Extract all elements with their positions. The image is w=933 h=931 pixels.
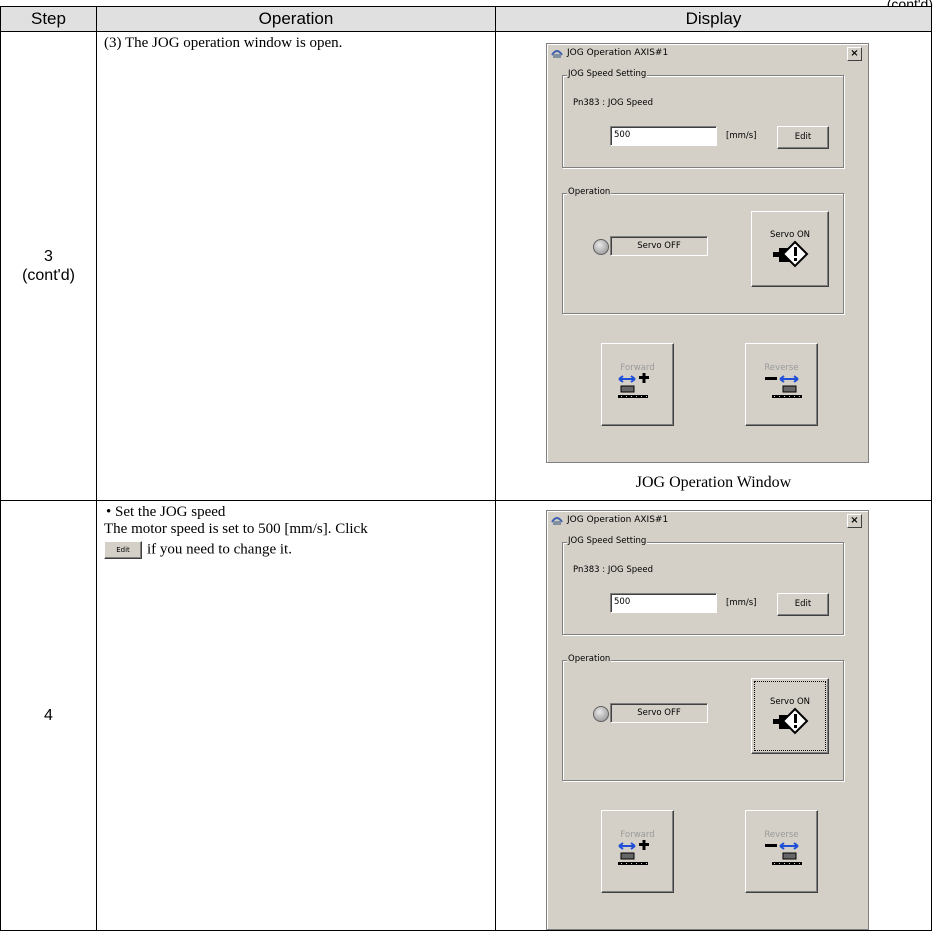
servo-motor-icon bbox=[773, 240, 809, 268]
servo-lamp-icon bbox=[593, 706, 609, 722]
operation-cell: (3) The JOG operation window is open. bbox=[96, 31, 496, 501]
operation-group: Operation Servo OFF Servo ON bbox=[562, 654, 844, 781]
dialog-title: JOG Operation AXIS#1 bbox=[567, 48, 669, 58]
step-cell: 4 bbox=[0, 500, 97, 931]
display-cell: JOG Operation AXIS#1 × JOG Speed Setting… bbox=[495, 500, 932, 931]
dialog-title: JOG Operation AXIS#1 bbox=[567, 515, 669, 525]
operation-group-label: Operation bbox=[567, 654, 612, 664]
forward-label: Forward bbox=[620, 830, 655, 840]
servo-on-button[interactable]: Servo ON bbox=[751, 678, 829, 754]
forward-button[interactable]: Forward bbox=[601, 810, 674, 893]
dialog-titlebar: JOG Operation AXIS#1 × bbox=[547, 44, 868, 62]
speed-group-label: JOG Speed Setting bbox=[567, 536, 648, 546]
speed-input[interactable]: 500 bbox=[610, 126, 717, 146]
speed-unit: [mm/s] bbox=[726, 598, 757, 608]
speed-value: 500 bbox=[614, 130, 631, 140]
edit-instruction-line: Edit if you need to change it. bbox=[104, 541, 495, 559]
speed-description: The motor speed is set to 500 [mm/s]. Cl… bbox=[104, 521, 368, 537]
step-number: 3 bbox=[44, 248, 53, 265]
app-icon bbox=[551, 50, 563, 58]
step-cont-label: (cont'd) bbox=[22, 267, 75, 284]
edit-button[interactable]: Edit bbox=[777, 126, 829, 149]
operation-cell: • Set the JOG speed The motor speed is s… bbox=[96, 500, 496, 931]
table-row: 3 (cont'd) (3) The JOG operation window … bbox=[0, 31, 932, 501]
speed-setting-group: JOG Speed Setting Pn383 : JOG Speed 500 … bbox=[562, 69, 844, 168]
speed-group-label: JOG Speed Setting bbox=[567, 69, 648, 79]
header-step: Step bbox=[0, 6, 97, 32]
servo-on-button[interactable]: Servo ON bbox=[751, 211, 829, 287]
reverse-jog-icon bbox=[764, 375, 802, 398]
operation-group-label: Operation bbox=[567, 187, 612, 197]
figure-caption: JOG Operation Window bbox=[635, 474, 792, 491]
dialog-titlebar: JOG Operation AXIS#1 × bbox=[547, 511, 868, 529]
servo-on-label: Servo ON bbox=[769, 230, 811, 240]
header-display: Display bbox=[495, 6, 932, 32]
speed-input[interactable]: 500 bbox=[610, 593, 717, 613]
display-cell: JOG Operation AXIS#1 × JOG Speed Setting… bbox=[495, 31, 932, 501]
reverse-button[interactable]: Reverse bbox=[745, 810, 818, 893]
step-cell: 3 (cont'd) bbox=[0, 31, 97, 501]
app-icon bbox=[551, 517, 563, 525]
forward-button[interactable]: Forward bbox=[601, 343, 674, 426]
header-operation: Operation bbox=[96, 6, 496, 32]
table-row: 4 • Set the JOG speed The motor speed is… bbox=[0, 500, 932, 931]
operation-text: • Set the JOG speed The motor speed is s… bbox=[104, 504, 495, 559]
forward-label: Forward bbox=[620, 363, 655, 373]
speed-value: 500 bbox=[614, 597, 631, 607]
edit-button[interactable]: Edit bbox=[777, 593, 829, 616]
servo-lamp-icon bbox=[593, 239, 609, 255]
inline-edit-button: Edit bbox=[104, 541, 142, 559]
reverse-label: Reverse bbox=[764, 363, 799, 373]
servo-status: Servo OFF bbox=[610, 703, 708, 723]
forward-jog-icon bbox=[617, 373, 649, 398]
reverse-button[interactable]: Reverse bbox=[745, 343, 818, 426]
step-number: 4 bbox=[44, 707, 53, 724]
param-label: Pn383 : JOG Speed bbox=[573, 565, 653, 575]
reverse-jog-icon bbox=[764, 842, 802, 865]
servo-status: Servo OFF bbox=[610, 236, 708, 256]
reverse-label: Reverse bbox=[764, 830, 799, 840]
speed-unit: [mm/s] bbox=[726, 131, 757, 141]
focus-rect bbox=[754, 681, 826, 751]
table-header-row: Step Operation Display bbox=[0, 6, 932, 32]
jog-dialog: JOG Operation AXIS#1 × JOG Speed Setting… bbox=[546, 43, 869, 463]
operation-group: Operation Servo OFF Servo ON bbox=[562, 187, 844, 314]
speed-setting-group: JOG Speed Setting Pn383 : JOG Speed 500 … bbox=[562, 536, 844, 635]
close-icon[interactable]: × bbox=[847, 47, 862, 61]
param-label: Pn383 : JOG Speed bbox=[573, 98, 653, 108]
forward-jog-icon bbox=[617, 840, 649, 865]
close-icon[interactable]: × bbox=[847, 514, 862, 528]
jog-dialog: JOG Operation AXIS#1 × JOG Speed Setting… bbox=[546, 510, 869, 930]
edit-instruction-text: if you need to change it. bbox=[147, 541, 292, 558]
operation-text: (3) The JOG operation window is open. bbox=[104, 35, 343, 51]
procedure-table: Step Operation Display 3 (cont'd) (3) Th… bbox=[0, 6, 932, 931]
bullet-line: • Set the JOG speed bbox=[106, 504, 226, 520]
